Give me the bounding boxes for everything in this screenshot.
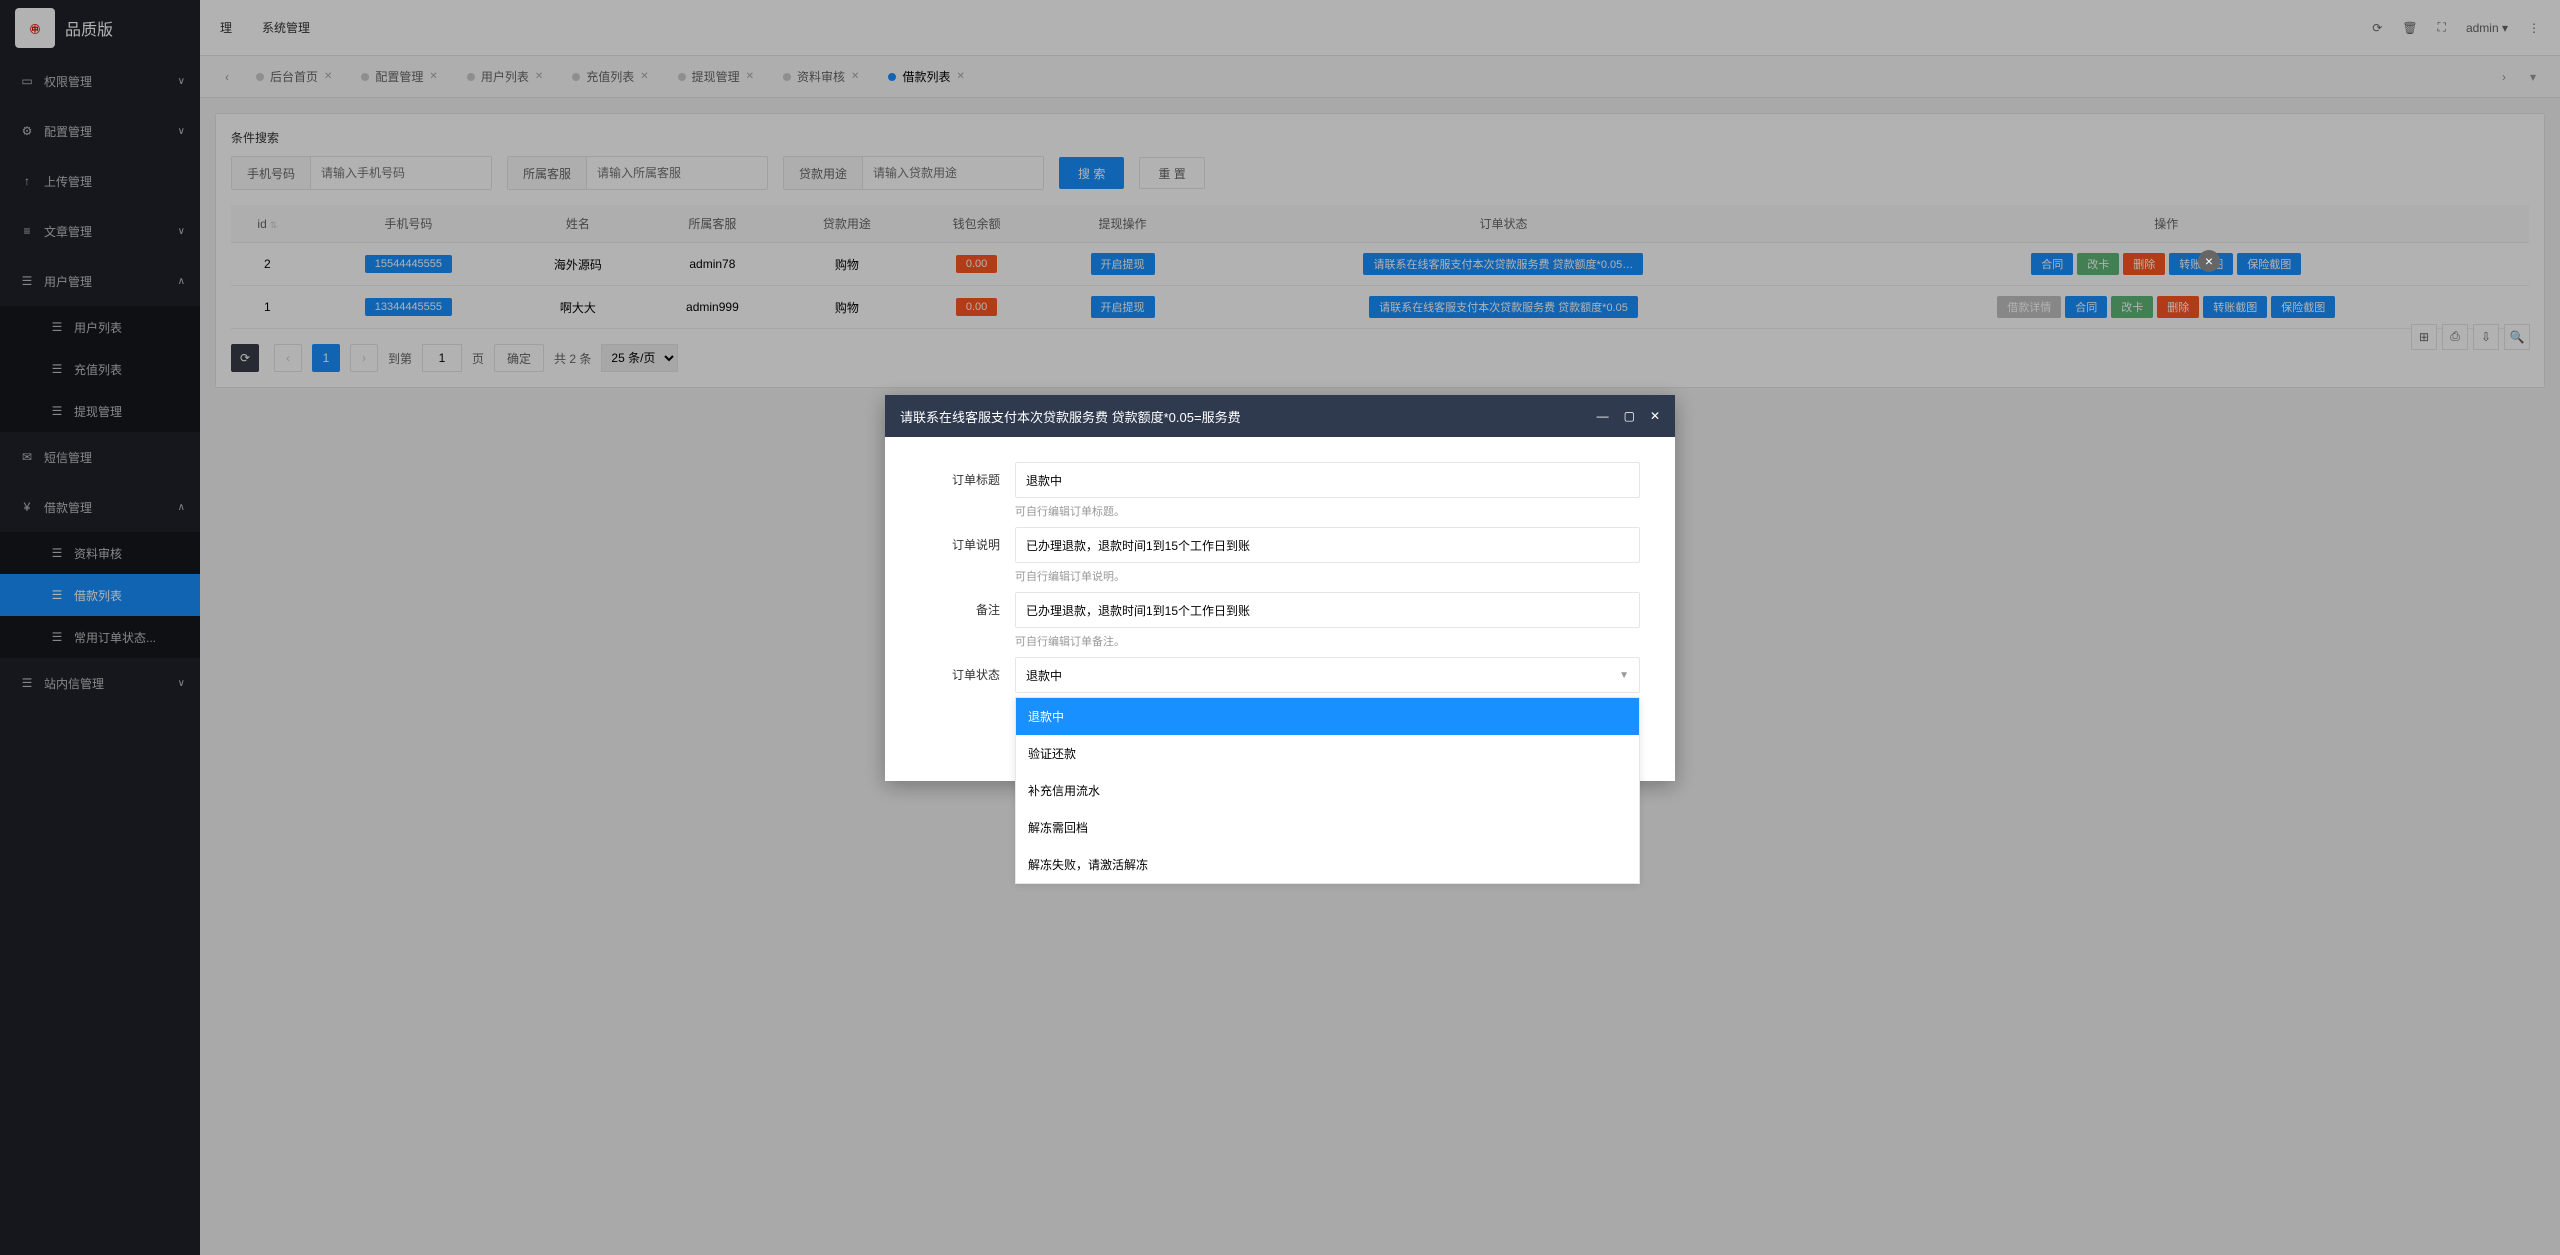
status-dropdown: 退款中验证还款补充信用流水解冻需回档解冻失败，请激活解冻: [1015, 697, 1640, 884]
remark-label: 备注: [920, 592, 1000, 618]
chevron-down-icon: ▼: [1619, 670, 1629, 681]
order-title-input[interactable]: [1015, 462, 1640, 498]
order-status-value: 退款中: [1026, 667, 1062, 684]
dropdown-option[interactable]: 补充信用流水: [1016, 772, 1639, 809]
modal-overlay: 请联系在线客服支付本次贷款服务费 贷款额度*0.05=服务费 — ▢ ✕ 订单标…: [0, 0, 2560, 1255]
order-desc-hint: 可自行编辑订单说明。: [1015, 568, 1640, 584]
modal-dialog: 请联系在线客服支付本次贷款服务费 贷款额度*0.05=服务费 — ▢ ✕ 订单标…: [885, 395, 1675, 781]
order-desc-label: 订单说明: [920, 527, 1000, 553]
modal-close-icon[interactable]: ✕: [1650, 409, 1660, 423]
remark-hint: 可自行编辑订单备注。: [1015, 633, 1640, 649]
dropdown-option[interactable]: 验证还款: [1016, 735, 1639, 772]
order-title-hint: 可自行编辑订单标题。: [1015, 503, 1640, 519]
dropdown-option[interactable]: 退款中: [1016, 698, 1639, 735]
modal-maximize-icon[interactable]: ▢: [1624, 409, 1635, 423]
order-desc-input[interactable]: [1015, 527, 1640, 563]
dropdown-option[interactable]: 解冻失败，请激活解冻: [1016, 846, 1639, 883]
dropdown-option[interactable]: 解冻需回档: [1016, 809, 1639, 846]
modal-title: 请联系在线客服支付本次贷款服务费 贷款额度*0.05=服务费: [900, 407, 1597, 426]
order-status-select[interactable]: 退款中 ▼: [1015, 657, 1640, 693]
order-title-label: 订单标题: [920, 462, 1000, 488]
remark-input[interactable]: [1015, 592, 1640, 628]
status-close-badge[interactable]: ×: [2198, 250, 2220, 272]
modal-minimize-icon[interactable]: —: [1597, 409, 1609, 423]
order-status-label: 订单状态: [920, 657, 1000, 683]
